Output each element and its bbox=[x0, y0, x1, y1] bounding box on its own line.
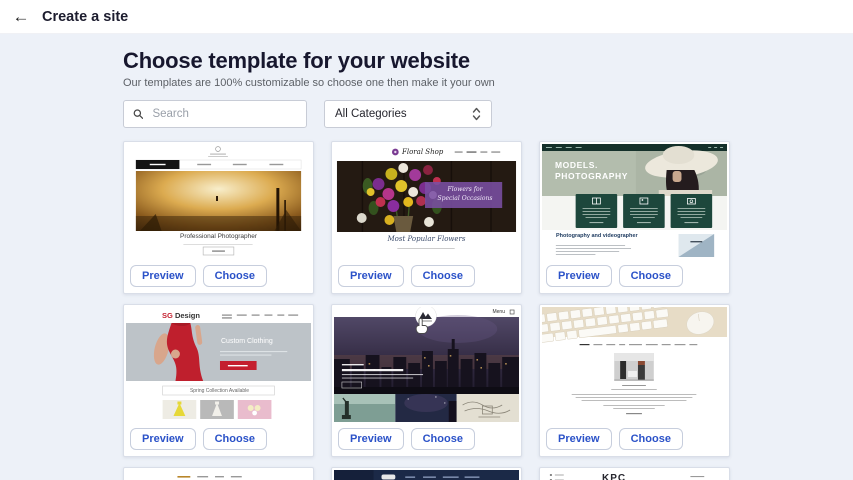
template-thumbnail-partial-middle[interactable] bbox=[334, 470, 519, 480]
card-actions: Preview Choose bbox=[540, 422, 729, 456]
floral-logo-text: Floral Shop bbox=[402, 148, 443, 156]
template-thumbnail-photographer[interactable]: Professional Photographer bbox=[126, 144, 311, 259]
fashion-logo: SG Design bbox=[162, 311, 200, 320]
choose-button[interactable]: Choose bbox=[411, 428, 475, 450]
models-hero-line1: MODELS. bbox=[555, 160, 598, 170]
fashion-hero-heading: Custom Clothing bbox=[221, 338, 273, 345]
photographer-title-text: Professional Photographer bbox=[126, 233, 311, 240]
template-card-consulting: Preview Choose bbox=[539, 304, 730, 457]
card-actions: Preview Choose bbox=[332, 422, 521, 456]
preview-button[interactable]: Preview bbox=[338, 428, 404, 450]
office-photo bbox=[614, 353, 654, 381]
template-thumbnail-models[interactable]: MODELS. PHOTOGRAPHY Photography and vide… bbox=[542, 144, 727, 259]
fashion-logo-accent: SG bbox=[162, 311, 173, 320]
card-actions: Preview Choose bbox=[540, 259, 729, 293]
search-icon bbox=[133, 108, 143, 120]
search-input[interactable] bbox=[150, 107, 297, 121]
template-thumbnail-partial-left[interactable] bbox=[126, 470, 311, 480]
floral-banner-line2: Special Occasions bbox=[426, 195, 504, 202]
content-header: Choose template for your website Our tem… bbox=[123, 33, 733, 128]
page-title: Create a site bbox=[42, 9, 128, 25]
partial-left-artwork bbox=[126, 470, 311, 480]
fashion-artwork bbox=[126, 307, 311, 422]
create-site-screen: ← Create a site Choose template for your… bbox=[0, 0, 853, 480]
template-card-photographer: Professional Photographer Preview Choose bbox=[123, 141, 314, 294]
choose-button[interactable]: Choose bbox=[411, 265, 475, 287]
main-heading: Choose template for your website bbox=[123, 48, 733, 74]
template-thumbnail-consulting[interactable] bbox=[542, 307, 727, 422]
hand-cursor-icon bbox=[413, 318, 428, 335]
preview-button[interactable]: Preview bbox=[338, 265, 404, 287]
product-thumbnails bbox=[163, 400, 272, 419]
consulting-artwork bbox=[542, 307, 727, 422]
choose-button[interactable]: Choose bbox=[619, 265, 683, 287]
floral-footer-heading: Most Popular Flowers bbox=[334, 235, 519, 243]
card-actions: Preview Choose bbox=[332, 259, 521, 293]
template-card-travel: Menu Preview Choose bbox=[331, 304, 522, 457]
fashion-logo-text: Design bbox=[175, 311, 200, 320]
partial-right-artwork bbox=[542, 470, 727, 480]
search-box[interactable] bbox=[123, 100, 307, 128]
template-thumbnail-fashion[interactable]: SG Design Custom Clothing Spring Collect… bbox=[126, 307, 311, 422]
filter-controls: All Categories bbox=[123, 100, 733, 128]
fashion-banner-text: Spring Collection Available bbox=[163, 388, 276, 394]
template-grid: Professional Photographer Preview Choose bbox=[123, 141, 730, 480]
template-thumbnail-floral[interactable]: Floral Shop Flowers for Special Occasion… bbox=[334, 144, 519, 259]
preview-button[interactable]: Preview bbox=[546, 428, 612, 450]
template-card-floral: Floral Shop Flowers for Special Occasion… bbox=[331, 141, 522, 294]
partial-middle-artwork bbox=[334, 470, 519, 480]
partial-right-logo-text: KPC bbox=[602, 473, 626, 480]
preview-button[interactable]: Preview bbox=[130, 265, 196, 287]
template-card-partial-right: KPC bbox=[539, 467, 730, 480]
template-card-models: MODELS. PHOTOGRAPHY Photography and vide… bbox=[539, 141, 730, 294]
back-arrow-icon[interactable]: ← bbox=[10, 6, 32, 28]
bottom-photo-strip bbox=[334, 394, 519, 422]
chevron-updown-icon bbox=[472, 107, 481, 121]
photographer-artwork bbox=[126, 144, 311, 259]
preview-button[interactable]: Preview bbox=[130, 428, 196, 450]
models-article-heading: Photography and videographer bbox=[556, 233, 638, 239]
card-actions: Preview Choose bbox=[124, 422, 313, 456]
models-hero-line2: PHOTOGRAPHY bbox=[555, 171, 628, 181]
floral-banner-line1: Flowers for bbox=[426, 186, 504, 193]
template-card-fashion: SG Design Custom Clothing Spring Collect… bbox=[123, 304, 314, 457]
category-value: All Categories bbox=[335, 108, 407, 120]
choose-button[interactable]: Choose bbox=[203, 265, 267, 287]
category-dropdown[interactable]: All Categories bbox=[324, 100, 492, 128]
template-card-partial-left bbox=[123, 467, 314, 480]
nav-links bbox=[580, 344, 698, 345]
top-bar: ← Create a site bbox=[0, 0, 853, 34]
template-thumbnail-partial-right[interactable]: KPC bbox=[542, 470, 727, 480]
sub-heading: Our templates are 100% customizable so c… bbox=[123, 77, 733, 89]
feature-boxes bbox=[576, 194, 713, 228]
template-card-partial-middle bbox=[331, 467, 522, 480]
choose-button[interactable]: Choose bbox=[203, 428, 267, 450]
preview-button[interactable]: Preview bbox=[546, 265, 612, 287]
choose-button[interactable]: Choose bbox=[619, 428, 683, 450]
card-actions: Preview Choose bbox=[124, 259, 313, 293]
travel-menu-label: Menu bbox=[492, 309, 505, 315]
template-thumbnail-travel[interactable]: Menu bbox=[334, 307, 519, 422]
